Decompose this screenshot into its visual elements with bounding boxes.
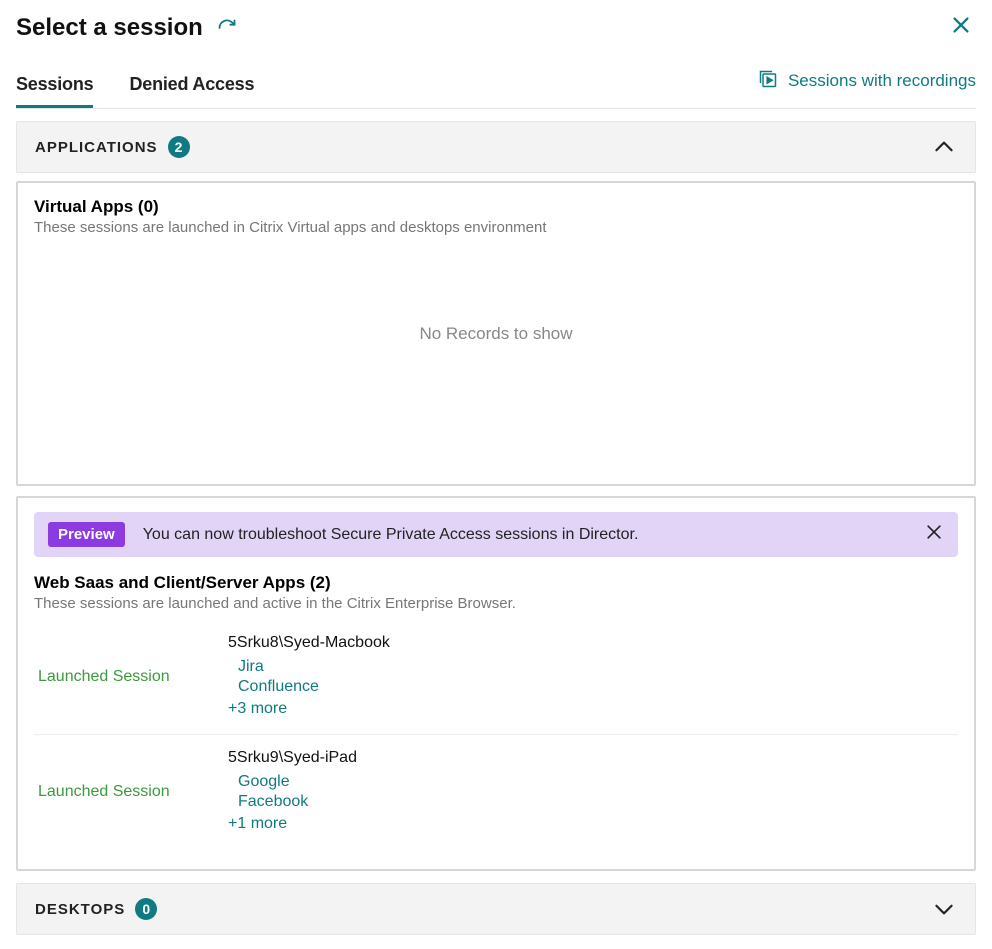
desktops-accordion-header[interactable]: DESKTOPS 0 [16, 883, 976, 935]
refresh-icon[interactable] [217, 18, 237, 38]
session-device: 5Srku9\Syed-iPad [228, 749, 954, 767]
preview-pill: Preview [48, 522, 125, 547]
applications-count-badge: 2 [168, 136, 190, 158]
desktops-count-badge: 0 [135, 898, 157, 920]
session-status: Launched Session [38, 634, 228, 718]
applications-label: APPLICATIONS [35, 139, 158, 156]
app-link[interactable]: Facebook [238, 793, 954, 811]
more-apps-link[interactable]: +3 more [228, 700, 954, 718]
preview-banner-text: You can now troubleshoot Secure Private … [143, 526, 639, 544]
preview-close-icon[interactable] [924, 522, 944, 547]
preview-banner: Preview You can now troubleshoot Secure … [34, 512, 958, 557]
close-icon[interactable] [950, 14, 972, 41]
chevron-down-icon [931, 896, 957, 922]
virtual-apps-subtitle: These sessions are launched in Citrix Vi… [34, 219, 958, 236]
virtual-apps-empty-message: No Records to show [34, 244, 958, 464]
session-row[interactable]: Launched Session 5Srku8\Syed-Macbook Jir… [34, 620, 958, 735]
tab-sessions[interactable]: Sessions [16, 64, 93, 108]
virtual-apps-card: Virtual Apps (0) These sessions are laun… [16, 181, 976, 486]
page-title: Select a session [16, 14, 203, 42]
app-link[interactable]: Google [238, 773, 954, 791]
applications-accordion-header[interactable]: APPLICATIONS 2 [16, 121, 976, 173]
tabs-bar: Sessions Denied Access Sessions with rec… [16, 64, 976, 109]
web-saas-card: Preview You can now troubleshoot Secure … [16, 496, 976, 871]
web-saas-title: Web Saas and Client/Server Apps (2) [34, 573, 958, 593]
recordings-link-label: Sessions with recordings [788, 71, 976, 91]
chevron-up-icon [931, 134, 957, 160]
desktops-label: DESKTOPS [35, 901, 125, 918]
more-apps-link[interactable]: +1 more [228, 815, 954, 833]
app-link[interactable]: Confluence [238, 678, 954, 696]
tab-denied-access[interactable]: Denied Access [129, 64, 254, 108]
virtual-apps-title: Virtual Apps (0) [34, 197, 958, 217]
session-row[interactable]: Launched Session 5Srku9\Syed-iPad Google… [34, 735, 958, 849]
web-saas-subtitle: These sessions are launched and active i… [34, 595, 958, 612]
play-collection-icon [758, 69, 778, 94]
sessions-with-recordings-link[interactable]: Sessions with recordings [758, 69, 976, 104]
app-link[interactable]: Jira [238, 658, 954, 676]
session-device: 5Srku8\Syed-Macbook [228, 634, 954, 652]
session-status: Launched Session [38, 749, 228, 833]
